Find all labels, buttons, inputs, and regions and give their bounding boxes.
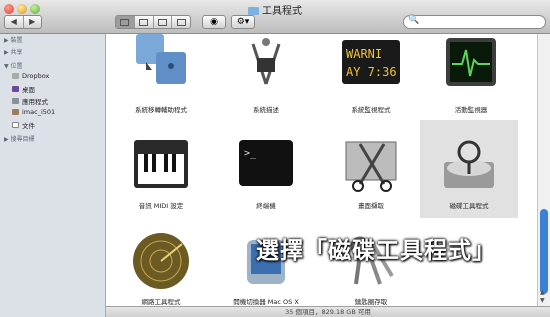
home-icon: [12, 109, 19, 115]
svg-text:AY 7:36: AY 7:36: [346, 65, 397, 79]
icon-view-icon: [120, 18, 130, 26]
search-field[interactable]: 🔍: [403, 15, 546, 29]
coverflow-view-button[interactable]: [171, 16, 190, 28]
scroll-down-arrow[interactable]: ▼: [540, 297, 545, 304]
list-view-button[interactable]: [133, 16, 153, 28]
sidebar-header-places[interactable]: ▼ 位置: [4, 61, 23, 70]
title-bar: 工具程式 ◀ ▶ ◉ ⚙▾ 🔍: [0, 0, 550, 34]
sidebar-item-applications[interactable]: 應用程式: [12, 96, 48, 106]
sidebar-item-home[interactable]: imac_i501: [12, 108, 55, 116]
quick-look-button[interactable]: ◉: [202, 15, 226, 29]
back-forward-control: ◀ ▶: [4, 15, 42, 29]
desktop-icon: [12, 86, 19, 92]
system-profiler-icon: [251, 38, 281, 85]
list-view-icon: [139, 18, 149, 26]
instruction-callout: 選擇「磁碟工具程式」: [256, 238, 496, 264]
icon-view-button[interactable]: [116, 16, 134, 28]
svg-text:WARNI: WARNI: [346, 47, 382, 61]
disk-utility-icon: [444, 140, 494, 188]
migration-assistant-icon: [136, 34, 186, 84]
dropbox-icon: [12, 73, 19, 79]
folder-icon: [248, 7, 259, 15]
grab-icon: [345, 141, 397, 192]
sidebar: ▶ 裝置 ▶ 共享 ▼ 位置 Dropbox 桌面 應用程式 imac_i501…: [0, 34, 106, 317]
scroll-up-arrow[interactable]: ▲: [540, 289, 545, 296]
sidebar-item-dropbox[interactable]: Dropbox: [12, 72, 49, 80]
coverflow-view-icon: [176, 18, 186, 26]
console-icon: WARNI AY 7:36: [342, 40, 400, 84]
terminal-icon: >_: [239, 140, 293, 186]
forward-button[interactable]: ▶: [22, 16, 42, 28]
sidebar-header-search[interactable]: ▶ 搜尋目標: [4, 134, 35, 143]
scrollbar-thumb[interactable]: [540, 209, 548, 294]
sidebar-header-devices[interactable]: ▶ 裝置: [4, 35, 23, 44]
documents-icon: [12, 122, 19, 128]
column-view-icon: [157, 18, 167, 26]
vertical-scrollbar[interactable]: ▲ ▼: [537, 34, 550, 306]
svg-text:>_: >_: [244, 148, 257, 159]
sidebar-header-shared[interactable]: ▶ 共享: [4, 47, 23, 56]
file-browser: 系統移轉輔助程式 系統描述 WARNI AY 7:36 系統監視程式 活動監視器: [106, 34, 537, 306]
search-icon: 🔍: [408, 15, 420, 25]
network-utility-icon: [133, 233, 189, 289]
back-button[interactable]: ◀: [5, 16, 23, 28]
applications-icon: [12, 98, 19, 104]
column-view-button[interactable]: [152, 16, 172, 28]
status-bar: 35 個項目，829.18 GB 可用: [106, 306, 550, 317]
sidebar-item-documents[interactable]: 文件: [12, 120, 35, 130]
activity-monitor-icon: [446, 38, 496, 86]
audio-midi-setup-icon: [134, 140, 188, 188]
action-menu-button[interactable]: ⚙▾: [231, 15, 255, 29]
sidebar-item-desktop[interactable]: 桌面: [12, 84, 35, 94]
view-switcher: [115, 15, 191, 29]
